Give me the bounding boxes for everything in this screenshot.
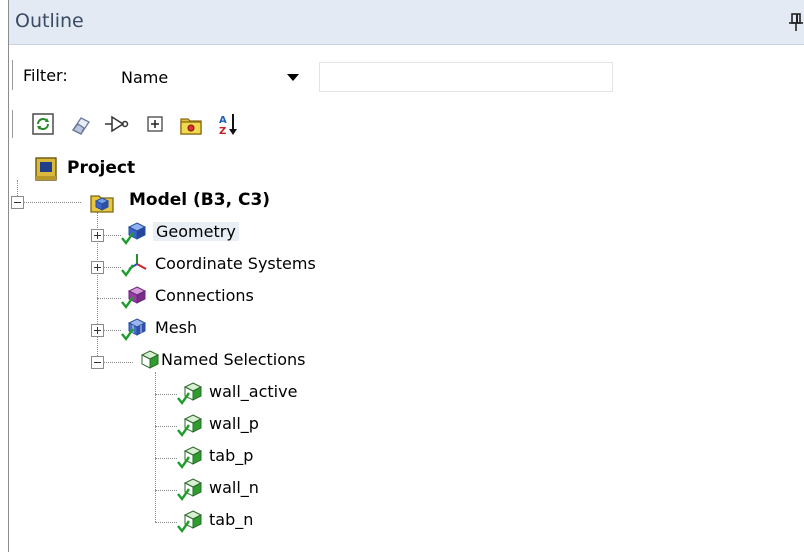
tree-connector	[155, 522, 177, 523]
left-edge	[0, 0, 8, 552]
refresh-icon	[32, 113, 54, 135]
tree-item-named-selection[interactable]: tab_n	[177, 508, 377, 536]
tree-connector	[103, 362, 133, 363]
sort-button[interactable]: A Z	[215, 110, 243, 138]
eraser-button[interactable]	[67, 110, 95, 138]
tree-label-project: Project	[67, 158, 136, 178]
tree-connector	[155, 458, 177, 459]
tree-label-coordinate-systems: Coordinate Systems	[155, 254, 316, 273]
filter-bar: Filter: Name	[9, 54, 804, 96]
collapse-named-selections-toggle[interactable]	[91, 356, 104, 369]
filter-label: Filter:	[23, 66, 68, 85]
tree-connector	[155, 490, 177, 491]
folder-icon	[180, 118, 202, 135]
tree-label-named-selection: wall_n	[209, 478, 259, 497]
tree-connector	[155, 394, 177, 395]
tree-item-coordinate-systems[interactable]: Coordinate Systems	[121, 252, 401, 280]
filter-type-value: Name	[121, 68, 169, 87]
chevron-down-icon	[287, 74, 299, 81]
tree-label-named-selection: wall_p	[209, 414, 259, 433]
tree-item-named-selection[interactable]: tab_p	[177, 444, 377, 472]
tree-label-connections: Connections	[155, 286, 254, 305]
named-selection-cube-icon	[177, 478, 203, 502]
model-folder-icon	[90, 195, 114, 213]
project-book-icon	[35, 157, 57, 181]
svg-text:A: A	[219, 115, 227, 126]
tree-label-geometry: Geometry	[153, 222, 239, 241]
outline-tree: Project Model (B3, C3) Geometry Coordina…	[9, 144, 804, 552]
tree-item-model[interactable]: Model (B3, C3)	[89, 188, 309, 216]
tree-connector	[103, 267, 121, 268]
named-selections-cube-icon	[140, 350, 160, 369]
tree-item-named-selection[interactable]: wall_n	[177, 476, 377, 504]
outline-panel: Outline Filter: Name A Z Project Model (…	[8, 0, 804, 552]
named-selection-cube-icon	[177, 446, 203, 470]
sort-az-icon: A Z	[219, 114, 237, 137]
mesh-cube-icon	[121, 318, 147, 342]
toolbar-grip	[12, 60, 13, 90]
expand-all-icon	[147, 116, 163, 132]
merge-icon	[105, 115, 129, 133]
expand-mesh-toggle[interactable]	[91, 324, 104, 337]
expand-coordinate-systems-toggle[interactable]	[91, 261, 104, 274]
panel-titlebar: Outline	[9, 0, 804, 45]
tree-item-project[interactable]: Project	[33, 156, 173, 184]
folder-button[interactable]	[177, 110, 205, 138]
connections-cube-icon	[121, 286, 147, 310]
geometry-cube-icon	[121, 222, 147, 246]
tree-label-mesh: Mesh	[155, 318, 198, 337]
tree-item-named-selections[interactable]: Named Selections	[137, 348, 387, 376]
expand-geometry-toggle[interactable]	[91, 229, 104, 242]
eraser-icon	[71, 117, 90, 135]
named-selection-cube-icon	[177, 510, 203, 534]
tree-item-named-selection[interactable]: wall_p	[177, 412, 377, 440]
tree-label-named-selection: tab_n	[209, 510, 254, 529]
coordinate-axes-icon	[121, 254, 147, 278]
tree-connector	[103, 330, 121, 331]
toolbar-grip	[12, 110, 13, 138]
tree-label-named-selection: wall_active	[209, 382, 298, 401]
tree-label-named-selection: tab_p	[209, 446, 254, 465]
merge-button[interactable]	[103, 110, 131, 138]
tree-label-named-selections: Named Selections	[161, 350, 306, 369]
outline-toolbar: A Z	[9, 104, 804, 144]
named-selection-cube-icon	[177, 382, 203, 406]
refresh-button[interactable]	[29, 110, 57, 138]
named-selection-cube-icon	[177, 414, 203, 438]
filter-text-input[interactable]	[319, 62, 613, 92]
tree-item-named-selection[interactable]: wall_active	[177, 380, 377, 408]
tree-item-mesh[interactable]: Mesh	[121, 316, 281, 344]
expand-all-button[interactable]	[141, 110, 169, 138]
svg-text:Z: Z	[219, 126, 226, 137]
filter-type-dropdown[interactable]: Name	[117, 62, 313, 90]
tree-item-geometry[interactable]: Geometry	[121, 220, 291, 248]
tree-connector	[97, 298, 121, 299]
tree-connector	[155, 426, 177, 427]
tree-item-connections[interactable]: Connections	[121, 284, 341, 312]
tree-label-model: Model (B3, C3)	[129, 190, 271, 210]
collapse-model-toggle[interactable]	[11, 196, 24, 209]
panel-title: Outline	[15, 10, 84, 32]
tree-connector	[103, 235, 121, 236]
tree-connector	[23, 202, 81, 203]
pin-icon[interactable]	[789, 12, 803, 32]
tree-connector	[17, 180, 18, 196]
